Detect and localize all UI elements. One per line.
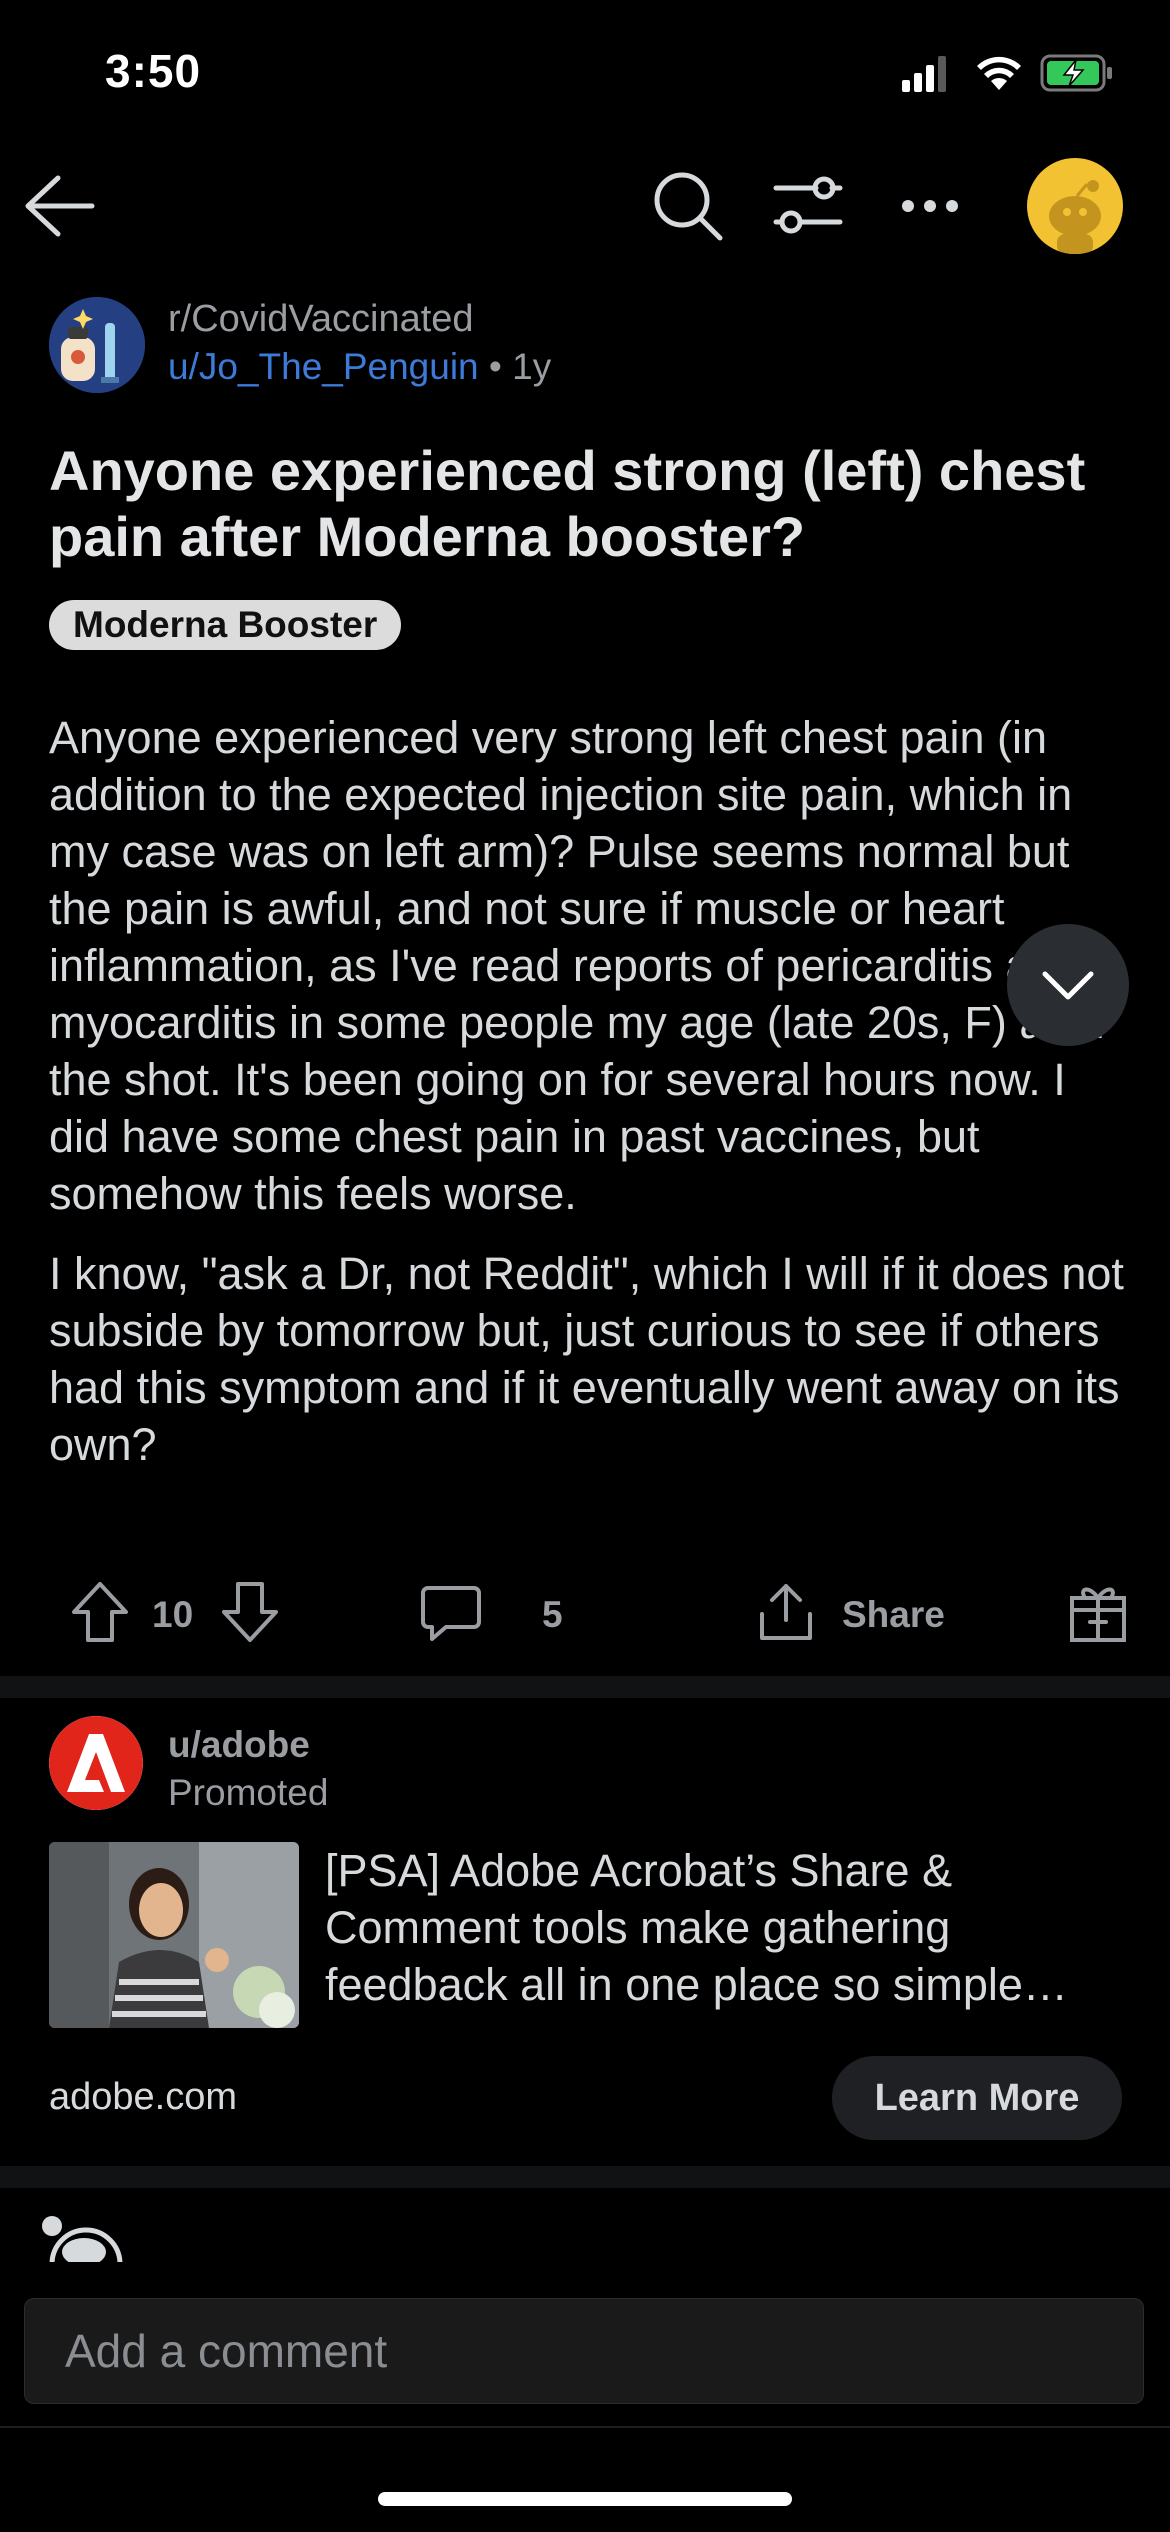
award-gift-icon[interactable]	[1068, 1582, 1128, 1644]
ad-headline[interactable]: [PSA] Adobe Acrobat’s Share & Comment to…	[325, 1842, 1125, 2013]
vaccine-icon	[49, 297, 145, 393]
subreddit-name[interactable]: r/CovidVaccinated	[168, 298, 474, 341]
section-divider	[0, 2166, 1170, 2188]
ad-domain[interactable]: adobe.com	[49, 2076, 237, 2119]
subreddit-avatar[interactable]	[49, 297, 145, 393]
comment-icon[interactable]	[420, 1584, 482, 1642]
post-meta: u/Jo_The_Penguin • 1y	[168, 346, 551, 388]
bottom-divider	[0, 2426, 1170, 2428]
chevron-down-icon	[1042, 971, 1094, 1000]
upvote-icon[interactable]	[70, 1580, 130, 1644]
snoo-avatar-icon	[1049, 180, 1101, 254]
promoted-label: Promoted	[168, 1772, 329, 1813]
search-icon[interactable]	[652, 170, 724, 242]
cellular-icon	[902, 56, 946, 92]
learn-more-button[interactable]: Learn More	[832, 2056, 1122, 2140]
vote-count: 10	[152, 1594, 194, 1635]
post-title: Anyone experienced strong (left) chest p…	[49, 439, 1086, 568]
user-avatar[interactable]	[1027, 158, 1123, 254]
post-body: Anyone experienced very strong left ches…	[49, 709, 1129, 1496]
meta-separator: •	[488, 346, 502, 387]
comment-count: 5	[542, 1594, 563, 1635]
share-label: Share	[842, 1594, 945, 1635]
scroll-down-button[interactable]	[1007, 924, 1129, 1046]
post-age: 1y	[512, 346, 552, 387]
add-comment-input[interactable]	[25, 2299, 1143, 2403]
post-flair[interactable]: Moderna Booster	[49, 600, 402, 650]
ad-image	[49, 1842, 299, 2028]
post-body-paragraph: I know, "ask a Dr, not Reddit", which I …	[49, 1248, 1124, 1470]
snoo-icon	[42, 2216, 123, 2262]
section-divider	[0, 1676, 1170, 1698]
home-indicator[interactable]	[378, 2492, 792, 2506]
ad-thumbnail[interactable]	[49, 1842, 299, 2028]
adobe-logo[interactable]	[49, 1716, 143, 1810]
comment-input-container[interactable]	[24, 2298, 1144, 2404]
more-icon[interactable]	[900, 198, 960, 214]
adobe-logo-icon	[49, 1716, 143, 1810]
ad-username[interactable]: u/adobe	[168, 1724, 310, 1766]
author-link[interactable]: u/Jo_The_Penguin	[168, 346, 479, 387]
status-time: 3:50	[105, 45, 202, 97]
back-arrow-icon[interactable]	[24, 174, 96, 238]
share-button[interactable]: Share	[756, 1578, 956, 1648]
post-body-paragraph: Anyone experienced very strong left ches…	[49, 712, 1110, 1219]
filter-icon[interactable]	[772, 176, 844, 236]
share-icon	[760, 1584, 812, 1640]
wifi-icon	[977, 56, 1021, 90]
comment-avatar	[38, 2212, 128, 2262]
downvote-icon[interactable]	[220, 1580, 280, 1644]
battery-charging-icon	[1040, 54, 1112, 92]
